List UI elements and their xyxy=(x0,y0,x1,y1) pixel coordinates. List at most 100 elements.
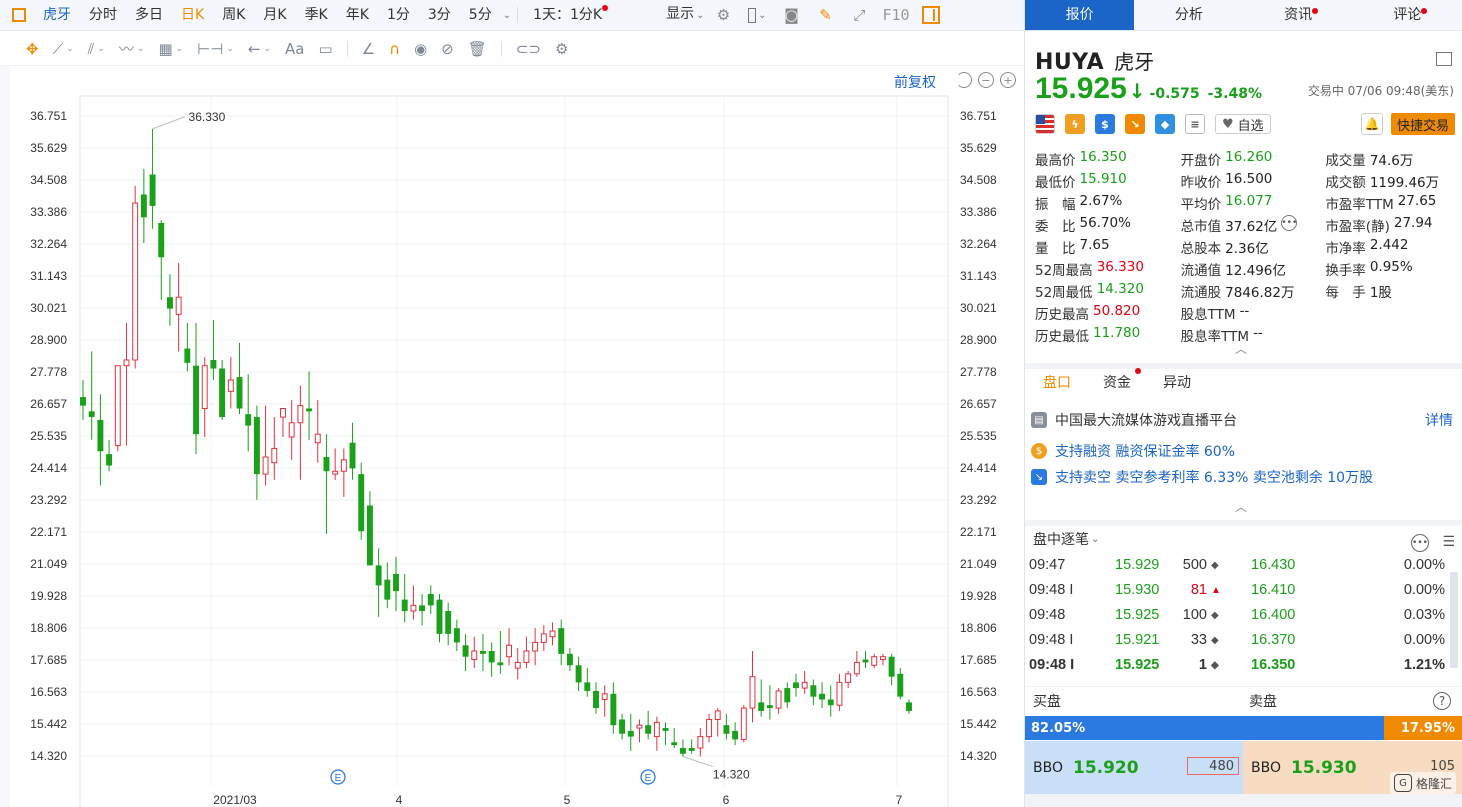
tick-price: 15.925 xyxy=(1115,607,1160,623)
fullscreen-icon[interactable]: ⤢ xyxy=(850,6,868,24)
line-tool-icon[interactable]: ⟋ ⌄ xyxy=(53,38,74,60)
more-icon[interactable]: ••• xyxy=(1411,534,1429,552)
link-icon[interactable]: ⊂⊃ xyxy=(516,38,541,60)
layout-icon[interactable]: ⌄ xyxy=(748,6,766,24)
quote-row: 最低价 15.910 昨收价 16.500 成交额 1199.46万 xyxy=(1035,170,1455,192)
tab-stock-name[interactable]: 虎牙 xyxy=(34,0,80,31)
tab-anomaly[interactable]: 异动 xyxy=(1163,372,1191,392)
y-axis-label-right: 35.629 xyxy=(960,141,997,155)
comment-tool-icon[interactable]: ▭ xyxy=(318,38,332,60)
scrollbar[interactable] xyxy=(1450,560,1458,680)
detail-link[interactable]: 详情 xyxy=(1425,410,1453,430)
dollar-icon[interactable]: $ xyxy=(1095,114,1115,134)
ruler-icon[interactable]: ∠ xyxy=(362,38,375,60)
gear-icon[interactable]: ⚙ xyxy=(714,6,732,24)
range-tool-icon[interactable]: ⊢⊣ ⌄ xyxy=(197,38,234,60)
more-icon[interactable]: ••• xyxy=(1281,215,1298,231)
tab-monthly-k[interactable]: 月K xyxy=(254,0,295,31)
zoom-in-icon[interactable]: + xyxy=(1000,72,1016,88)
y-axis-label-left: 36.751 xyxy=(30,109,67,123)
short-icon[interactable]: ↘ xyxy=(1125,114,1145,134)
adjust-mode-button[interactable]: 前复权 xyxy=(894,72,936,92)
camera-icon[interactable]: ◙ xyxy=(782,6,800,24)
short-info: ↘ 支持卖空 卖空参考利率 6.33% 卖空池剩余 10万股 xyxy=(1031,466,1459,488)
period-selector[interactable]: 1天：1分K xyxy=(524,0,617,31)
fib-tool-icon[interactable]: ▦ ⌄ xyxy=(158,38,183,60)
quote-value: 7.65 xyxy=(1079,237,1110,253)
quote-value: 12.496亿 xyxy=(1225,263,1286,279)
tab-multi-day[interactable]: 多日 xyxy=(126,0,172,31)
sidebar-toggle-icon[interactable] xyxy=(12,8,26,22)
bell-icon[interactable]: 🔔 xyxy=(1361,113,1383,135)
tab-orderbook[interactable]: 盘口 xyxy=(1043,372,1071,392)
gear-icon[interactable]: ⚙ xyxy=(555,38,568,60)
tab-comments[interactable]: 评论 xyxy=(1353,0,1462,30)
quote-label: 委 比 xyxy=(1035,219,1076,235)
add-watchlist-button[interactable]: ♥ 自选 xyxy=(1215,114,1271,134)
candlestick-chart[interactable]: 36.751 36.751 35.629 35.629 34.508 34.508 33.3… xyxy=(0,66,1024,807)
bbo-bid[interactable]: BBO 15.920 480 xyxy=(1025,741,1243,794)
tab-yearly-k[interactable]: 年K xyxy=(337,0,378,31)
hide-icon[interactable]: ⊘ xyxy=(441,38,454,60)
tick-row: 09:47 15.929 500 ◆ 16.430 0.00% xyxy=(1025,554,1462,579)
tab-intraday[interactable]: 分时 xyxy=(80,0,126,31)
magnet-icon[interactable]: ∩ xyxy=(389,38,400,60)
eye-icon[interactable]: ◉ xyxy=(414,38,427,60)
chevron-down-icon[interactable]: ⌄ xyxy=(1091,534,1099,545)
short-text[interactable]: 支持卖空 卖空参考利率 6.33% 卖空池剩余 10万股 xyxy=(1055,467,1373,487)
notification-dot xyxy=(1312,8,1319,14)
f10-button[interactable]: F10 xyxy=(882,6,909,24)
candle-body xyxy=(532,641,539,652)
tab-quarterly-k[interactable]: 季K xyxy=(296,0,337,31)
list-icon[interactable] xyxy=(1436,52,1452,66)
tab-daily-k[interactable]: 日K xyxy=(172,0,213,31)
bbo-label: BBO xyxy=(1033,759,1063,776)
arrow-down-icon: ↓ xyxy=(1128,79,1146,103)
wave-tool-icon[interactable]: 〰 ⌄ xyxy=(119,38,145,60)
stock-name: 虎牙 xyxy=(1114,50,1155,74)
quick-trade-button[interactable]: 快捷交易 xyxy=(1391,113,1455,135)
lightning-icon[interactable]: ϟ xyxy=(1065,114,1085,134)
chevron-down-icon[interactable]: ⌄ xyxy=(503,10,511,21)
x-axis-label: 2021/03 xyxy=(213,793,257,807)
arrow-tool-icon[interactable]: ← ⌄ xyxy=(248,38,271,60)
note-icon[interactable]: ≡ xyxy=(1185,114,1205,134)
channel-tool-icon[interactable]: ⫽ ⌄ xyxy=(88,38,105,60)
tick-time: 09:48 I xyxy=(1029,657,1075,673)
display-menu[interactable]: 显示 ⌄ xyxy=(657,0,706,31)
time-and-sales-header: 盘中逐笔 ⌄ ••• ☰ xyxy=(1025,520,1462,552)
help-icon[interactable]: ? xyxy=(1433,691,1451,710)
crosshair-icon[interactable]: ✥ xyxy=(26,38,39,60)
kline-chart[interactable]: 36.751 36.751 35.629 35.629 34.508 34.508 33.3… xyxy=(0,66,1024,807)
tab-5min[interactable]: 5分 xyxy=(460,0,501,31)
candle-body xyxy=(253,417,260,475)
quote-value: -- xyxy=(1239,303,1250,319)
reset-icon[interactable] xyxy=(956,72,972,88)
quote-cell: 量 比 7.65 xyxy=(1035,237,1181,257)
tab-1min[interactable]: 1分 xyxy=(378,0,419,31)
tab-news[interactable]: 资讯 xyxy=(1244,0,1353,30)
collapse-chevron-icon[interactable]: ︿ xyxy=(1235,498,1247,515)
candle-body xyxy=(445,611,452,634)
candle-body xyxy=(175,296,182,315)
tab-capital[interactable]: 资金 xyxy=(1103,368,1141,392)
scrollbar-thumb[interactable] xyxy=(1450,572,1458,668)
tab-analysis[interactable]: 分析 xyxy=(1134,0,1243,30)
panel-toggle-icon[interactable] xyxy=(921,6,940,24)
tab-3min[interactable]: 3分 xyxy=(419,0,460,31)
trash-icon[interactable]: 🗑 xyxy=(468,38,487,60)
collapse-chevron-icon[interactable]: ︿ xyxy=(1235,340,1247,357)
y-axis-label-right: 17.685 xyxy=(960,653,997,667)
x-axis-label: 4 xyxy=(396,793,403,807)
quote-value: 1199.46万 xyxy=(1369,175,1440,191)
tag-icon[interactable]: ◆ xyxy=(1155,114,1175,134)
candle-body xyxy=(610,693,617,726)
list-view-icon[interactable]: ☰ xyxy=(1442,534,1455,550)
zoom-out-icon[interactable]: − xyxy=(978,72,994,88)
margin-text[interactable]: 支持融资 融资保证金率 60% xyxy=(1055,441,1235,461)
candle-body xyxy=(662,728,669,731)
text-tool-icon[interactable]: Aa xyxy=(285,38,304,60)
tab-quote[interactable]: 报价 xyxy=(1025,0,1135,30)
tab-weekly-k[interactable]: 周K xyxy=(213,0,254,31)
pencil-icon[interactable]: ✎ xyxy=(816,6,834,24)
